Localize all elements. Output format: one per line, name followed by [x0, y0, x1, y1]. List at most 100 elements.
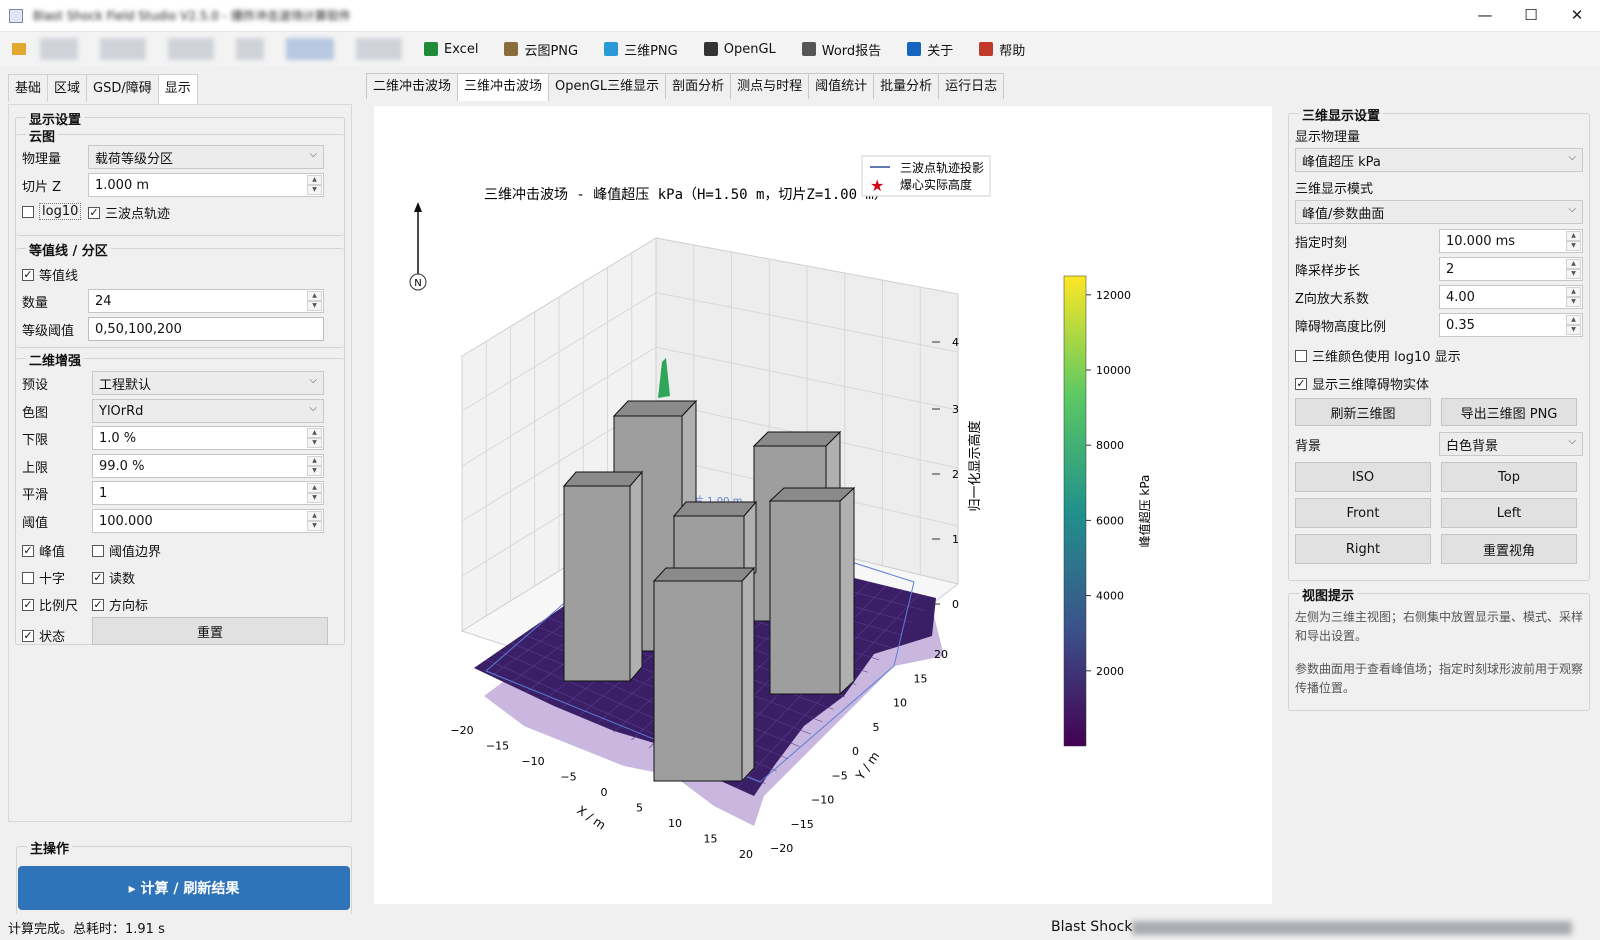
tab-3[interactable]: 剖面分析 — [665, 73, 732, 99]
levels-input[interactable]: 0,50,100,200 — [88, 317, 324, 341]
tab-7[interactable]: 运行日志 — [938, 73, 1005, 99]
main-operation-title: 主操作 — [27, 838, 73, 857]
spin-down-icon[interactable]: ▼ — [1566, 241, 1581, 251]
view-right-button[interactable]: Right — [1295, 534, 1431, 564]
time-spinbox[interactable]: 10.000 ms ▲ ▼ — [1439, 229, 1583, 253]
colorbar-tick-label: 6000 — [1096, 514, 1124, 527]
spin-up-icon[interactable]: ▲ — [307, 511, 322, 521]
count-spinbox[interactable]: 24 ▲ ▼ — [88, 289, 324, 313]
view-iso-button[interactable]: ISO — [1295, 462, 1431, 492]
cmap-select[interactable]: YlOrRd ⌵ — [92, 399, 324, 423]
spin-down-icon[interactable]: ▼ — [307, 493, 322, 503]
y-tick-label: −20 — [770, 842, 793, 855]
blurred-toolbar-button[interactable] — [236, 38, 264, 60]
3d-log10-checkbox[interactable]: 三维颜色使用 log10 显示 — [1295, 346, 1461, 365]
smooth-spinbox[interactable]: 1 ▲ ▼ — [92, 481, 324, 505]
blurred-toolbar-button[interactable] — [40, 38, 78, 60]
spin-down-icon[interactable]: ▼ — [307, 466, 322, 476]
spin-up-icon[interactable]: ▲ — [1566, 315, 1581, 325]
toolbar-excel-button[interactable]: Excel — [424, 42, 478, 57]
blurred-toolbar-button[interactable] — [356, 38, 402, 60]
export-3d-png-button[interactable]: 导出三维图 PNG — [1441, 398, 1577, 426]
view-left-button[interactable]: Left — [1441, 498, 1577, 528]
spin-up-icon[interactable]: ▲ — [1566, 231, 1581, 241]
quantity-select[interactable]: 载荷等级分区 ⌵ — [88, 145, 324, 169]
toolbar-info-button[interactable]: 关于 — [907, 40, 953, 59]
cross-checkbox[interactable]: 十字 — [22, 568, 65, 587]
reset-button[interactable]: 重置 — [92, 617, 328, 645]
toolbar-document-button[interactable]: Word报告 — [801, 40, 881, 59]
display-mode-select[interactable]: 峰值/参数曲面 ⌵ — [1295, 200, 1583, 224]
display-quantity-select[interactable]: 峰值超压 kPa ⌵ — [1295, 148, 1583, 172]
tab-basic[interactable]: 基础 — [8, 74, 49, 102]
y-tick-label: 10 — [893, 697, 907, 710]
spin-down-icon[interactable]: ▼ — [307, 438, 322, 448]
toolbar-help-button[interactable]: 帮助 — [979, 40, 1025, 59]
plot-area: 切片 1.00 m 01234 归一化显示高度 −20−15−10−505101… — [374, 106, 1272, 904]
tab-2[interactable]: OpenGL三维显示 — [548, 73, 667, 99]
compute-button[interactable]: ▸ 计算 / 刷新结果 — [18, 866, 350, 910]
spin-up-icon[interactable]: ▲ — [307, 483, 322, 493]
spin-down-icon[interactable]: ▼ — [1566, 269, 1581, 279]
tab-region[interactable]: 区域 — [47, 74, 88, 102]
solid-obstacles-checkbox[interactable]: ✓ 显示三维障碍物实体 — [1295, 374, 1429, 393]
refresh-3d-button[interactable]: 刷新三维图 — [1295, 398, 1431, 426]
plot-3d-svg[interactable]: 切片 1.00 m 01234 归一化显示高度 −20−15−10−505101… — [374, 106, 1272, 904]
tab-5[interactable]: 阈值统计 — [808, 73, 875, 99]
spin-down-icon[interactable]: ▼ — [1566, 297, 1581, 307]
status-label: 状态 — [39, 630, 66, 645]
step-spinbox[interactable]: 2 ▲ ▼ — [1439, 257, 1583, 281]
quantity-select-value: 载荷等级分区 — [95, 151, 174, 167]
readout-checkbox[interactable]: ✓ 读数 — [92, 568, 135, 587]
spin-down-icon[interactable]: ▼ — [307, 185, 322, 195]
spin-up-icon[interactable]: ▲ — [307, 291, 322, 301]
contour-checkbox[interactable]: ✓ 等值线 — [22, 265, 78, 284]
zscale-spinbox[interactable]: 4.00 ▲ ▼ — [1439, 285, 1583, 309]
spin-up-icon[interactable]: ▲ — [307, 428, 322, 438]
blurred-toolbar-button[interactable] — [286, 38, 334, 60]
tab-display[interactable]: 显示 — [157, 74, 198, 104]
checkbox-checked-icon: ✓ — [1295, 376, 1307, 390]
hratio-spinbox[interactable]: 0.35 ▲ ▼ — [1439, 313, 1583, 337]
status-checkbox[interactable]: ✓ 状态 — [22, 626, 65, 645]
view-top-button[interactable]: Top — [1441, 462, 1577, 492]
spin-down-icon[interactable]: ▼ — [307, 301, 322, 311]
tab-gsd-obstacle[interactable]: GSD/障碍 — [86, 74, 159, 102]
close-button[interactable]: ✕ — [1554, 0, 1600, 30]
north-checkbox[interactable]: ✓ 方向标 — [92, 595, 148, 614]
spin-down-icon[interactable]: ▼ — [1566, 325, 1581, 335]
tab-1[interactable]: 三维冲击波场 — [457, 73, 550, 101]
boundary-checkbox[interactable]: 阈值边界 — [92, 541, 161, 560]
blurred-toolbar-button[interactable] — [168, 38, 214, 60]
scale-checkbox[interactable]: ✓ 比例尺 — [22, 595, 78, 614]
checkbox-checked-icon: ✓ — [22, 267, 34, 281]
spin-up-icon[interactable]: ▲ — [1566, 259, 1581, 269]
slice-z-spinbox[interactable]: 1.000 m ▲ ▼ — [88, 173, 324, 197]
minimize-button[interactable]: — — [1462, 0, 1508, 30]
thresh-spinbox[interactable]: 100.000 ▲ ▼ — [92, 509, 324, 533]
toolbar-globe-button[interactable]: 三维PNG — [604, 40, 678, 59]
view-front-button[interactable]: Front — [1295, 498, 1431, 528]
toolbar-monitor-button[interactable]: OpenGL — [703, 42, 776, 57]
cmap-value: YlOrRd — [99, 403, 144, 419]
tab-4[interactable]: 测点与时程 — [730, 73, 810, 99]
blurred-toolbar-button[interactable] — [100, 38, 146, 60]
spin-up-icon[interactable]: ▲ — [307, 456, 322, 466]
log10-checkbox[interactable]: log10 — [22, 203, 82, 220]
maximize-button[interactable]: ☐ — [1508, 0, 1554, 30]
tab-6[interactable]: 批量分析 — [873, 73, 940, 99]
folder-icon[interactable] — [12, 43, 26, 55]
zscale-value: 4.00 — [1446, 289, 1475, 305]
track-checkbox[interactable]: ✓ 三波点轨迹 — [88, 203, 170, 222]
upper-spinbox[interactable]: 99.0 % ▲ ▼ — [92, 454, 324, 478]
lower-spinbox[interactable]: 1.0 % ▲ ▼ — [92, 426, 324, 450]
tab-0[interactable]: 二维冲击波场 — [366, 73, 459, 99]
peak-checkbox[interactable]: ✓ 峰值 — [22, 541, 65, 560]
spin-up-icon[interactable]: ▲ — [1566, 287, 1581, 297]
preset-select[interactable]: 工程默认 ⌵ — [92, 371, 324, 395]
spin-down-icon[interactable]: ▼ — [307, 521, 322, 531]
reset-view-button[interactable]: 重置视角 — [1441, 534, 1577, 564]
toolbar-image-button[interactable]: 云图PNG — [504, 40, 578, 59]
background-select[interactable]: 白色背景 ⌵ — [1439, 432, 1583, 456]
spin-up-icon[interactable]: ▲ — [307, 175, 322, 185]
